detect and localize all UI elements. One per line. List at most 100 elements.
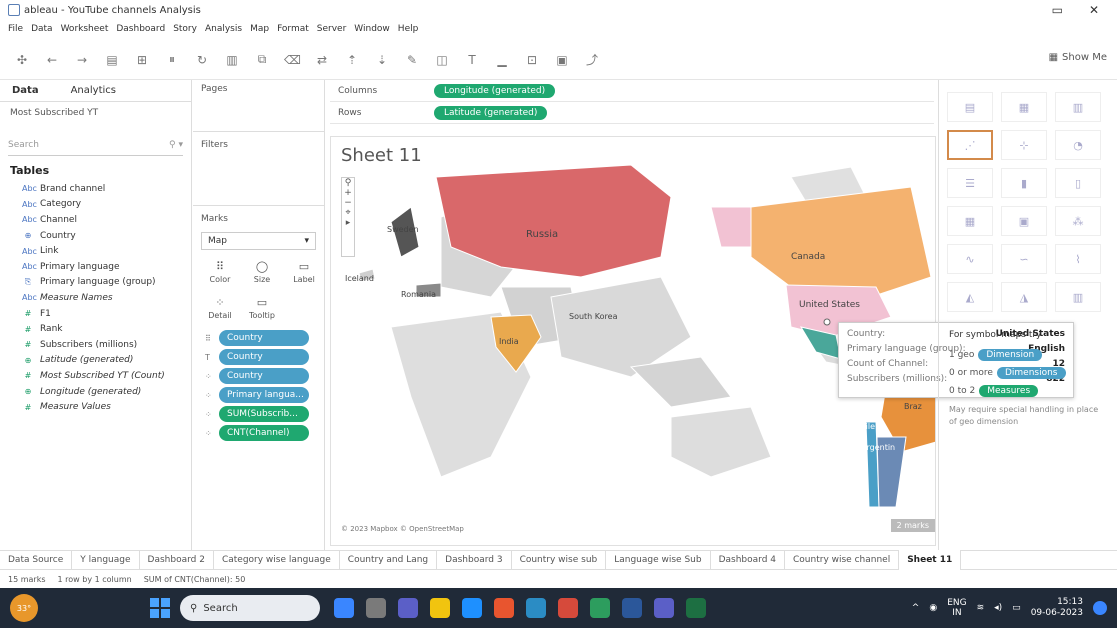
sheet-tab[interactable]: Category wise language xyxy=(214,550,340,570)
marks-pill[interactable]: SUM(Subscrib... xyxy=(219,406,309,422)
duplicate-icon[interactable]: ⧉ xyxy=(254,52,270,67)
edge-icon[interactable] xyxy=(334,598,354,618)
encoding-icon[interactable]: ⁘ xyxy=(205,410,215,419)
sheet-tab[interactable]: Dashboard 4 xyxy=(711,550,786,570)
field-item[interactable]: # Most Subscribed YT (Count) xyxy=(0,368,191,384)
marks-pill[interactable]: CNT(Channel) xyxy=(219,425,309,441)
file-explorer-icon[interactable] xyxy=(430,598,450,618)
field-item[interactable]: ⊕ Longitude (generated) xyxy=(0,384,191,400)
marks-pill[interactable]: Country xyxy=(219,368,309,384)
columns-pill[interactable]: Longitude (generated) xyxy=(434,83,556,98)
encoding-icon[interactable]: ⁘ xyxy=(205,391,215,400)
group-icon[interactable]: ◫ xyxy=(434,53,450,67)
show-me-chart-option[interactable]: ◮ xyxy=(1001,282,1047,312)
share-icon[interactable]: ⤴ xyxy=(584,51,600,68)
highlight-icon[interactable]: ✎ xyxy=(404,53,420,67)
volume-icon[interactable]: ◂) xyxy=(994,603,1002,613)
marks-pill[interactable]: Country xyxy=(219,349,309,365)
show-me-chart-option[interactable]: ▦ xyxy=(1001,92,1047,122)
show-me-chart-option[interactable]: ⌇ xyxy=(1055,244,1101,274)
battery-icon[interactable]: ▭ xyxy=(1012,603,1021,613)
task-view-icon[interactable] xyxy=(366,598,386,618)
show-me-chart-option[interactable]: ▦ xyxy=(947,206,993,236)
zoom-out-icon[interactable]: − xyxy=(344,198,352,208)
sheet-tab[interactable]: Country and Lang xyxy=(340,550,438,570)
field-item[interactable]: Abc Measure Names xyxy=(0,290,191,306)
menu-window[interactable]: Window xyxy=(354,24,390,34)
pan-icon[interactable]: ▸ xyxy=(346,218,351,228)
menu-worksheet[interactable]: Worksheet xyxy=(61,24,109,34)
swap-icon[interactable]: ⇄ xyxy=(314,53,330,67)
chrome-icon[interactable] xyxy=(494,598,514,618)
field-item[interactable]: Abc Category xyxy=(0,197,191,213)
show-me-chart-option[interactable]: ⊹ xyxy=(1001,130,1047,160)
show-me-chart-option[interactable]: ◔ xyxy=(1055,130,1101,160)
weather-widget[interactable]: 33° xyxy=(10,594,38,622)
show-me-chart-option[interactable]: ▯ xyxy=(1055,168,1101,198)
word-icon[interactable] xyxy=(622,598,642,618)
menu-help[interactable]: Help xyxy=(398,24,419,34)
show-me-chart-option[interactable]: ◭ xyxy=(947,282,993,312)
encoding-icon[interactable]: ⠿ xyxy=(205,334,215,343)
marks-button-size[interactable]: ◯ Size xyxy=(243,256,281,288)
label-icon[interactable]: T xyxy=(464,53,480,67)
show-me-chart-option[interactable]: ▮ xyxy=(1001,168,1047,198)
menu-server[interactable]: Server xyxy=(317,24,347,34)
new-datasource-icon[interactable]: ⊞ xyxy=(134,53,150,67)
sheet-tab[interactable]: Language wise Sub xyxy=(606,550,711,570)
map-controls[interactable]: ⚲ + − ⌖ ▸ xyxy=(341,177,355,257)
field-search-input[interactable]: Search ⚲ ▾ xyxy=(8,140,183,156)
wifi-icon[interactable]: ≋ xyxy=(977,603,985,613)
windows-start-icon[interactable] xyxy=(150,598,170,618)
show-me-chart-option[interactable]: ▣ xyxy=(1001,206,1047,236)
presentation-icon[interactable]: ▣ xyxy=(554,53,570,67)
rows-pill[interactable]: Latitude (generated) xyxy=(434,105,548,120)
restore-button[interactable]: ▭ xyxy=(1052,3,1063,17)
new-sheet-icon[interactable]: ▥ xyxy=(224,53,240,67)
menu-story[interactable]: Story xyxy=(173,24,197,34)
app-icon[interactable] xyxy=(558,598,578,618)
teams-icon[interactable] xyxy=(654,598,674,618)
field-item[interactable]: Abc Channel xyxy=(0,212,191,228)
excel-icon[interactable] xyxy=(686,598,706,618)
undo-icon[interactable]: ← xyxy=(44,53,60,67)
pause-updates-icon[interactable]: ⏸ xyxy=(164,52,180,67)
sheet-tab[interactable]: Data Source xyxy=(0,550,73,570)
pin-icon[interactable]: ⌖ xyxy=(345,208,350,218)
field-item[interactable]: Abc Link xyxy=(0,243,191,259)
sheet-tab[interactable]: Country wise sub xyxy=(512,550,607,570)
show-me-chart-option[interactable]: ∽ xyxy=(1001,244,1047,274)
encoding-icon[interactable]: ⁘ xyxy=(205,372,215,381)
menu-map[interactable]: Map xyxy=(250,24,269,34)
marks-button-color[interactable]: ⠿ Color xyxy=(201,256,239,288)
show-me-chart-option[interactable]: ▥ xyxy=(1055,282,1101,312)
menu-analysis[interactable]: Analysis xyxy=(205,24,242,34)
menu-format[interactable]: Format xyxy=(277,24,309,34)
field-item[interactable]: ⊕ Country xyxy=(0,228,191,244)
sheet-tab[interactable]: Dashboard 3 xyxy=(437,550,512,570)
marks-button-label[interactable]: ▭ Label xyxy=(285,256,323,288)
taskbar-search[interactable]: ⚲ Search xyxy=(180,595,320,621)
field-item[interactable]: # Measure Values xyxy=(0,399,191,415)
field-item[interactable]: ⊕ Latitude (generated) xyxy=(0,353,191,369)
close-button[interactable]: ✕ xyxy=(1089,3,1099,17)
field-item[interactable]: ⎘ Primary language (group) xyxy=(0,275,191,291)
field-item[interactable]: # Subscribers (millions) xyxy=(0,337,191,353)
tab-analytics[interactable]: Analytics xyxy=(71,85,116,96)
tray-chevron-icon[interactable]: ^ xyxy=(912,603,920,613)
zoom-in-icon[interactable]: + xyxy=(344,188,352,198)
menu-data[interactable]: Data xyxy=(31,24,53,34)
datasource-name[interactable]: Most Subscribed YT xyxy=(0,102,191,124)
show-me-chart-option[interactable]: ☰ xyxy=(947,168,993,198)
clear-icon[interactable]: ⌫ xyxy=(284,53,301,67)
mark-type-select[interactable]: Map ▾ xyxy=(201,232,316,250)
teams-icon[interactable] xyxy=(398,598,418,618)
show-me-chart-option[interactable]: ⋰ xyxy=(947,130,993,160)
network-icon[interactable]: ◉ xyxy=(929,603,937,613)
marks-button-detail[interactable]: ⁘ Detail xyxy=(201,292,239,324)
sheet-tab[interactable]: Sheet 11 xyxy=(899,550,962,570)
field-item[interactable]: Abc Brand channel xyxy=(0,181,191,197)
encoding-icon[interactable]: ⁘ xyxy=(205,429,215,438)
field-item[interactable]: # F1 xyxy=(0,306,191,322)
fit-icon[interactable]: ⊡ xyxy=(524,53,540,67)
